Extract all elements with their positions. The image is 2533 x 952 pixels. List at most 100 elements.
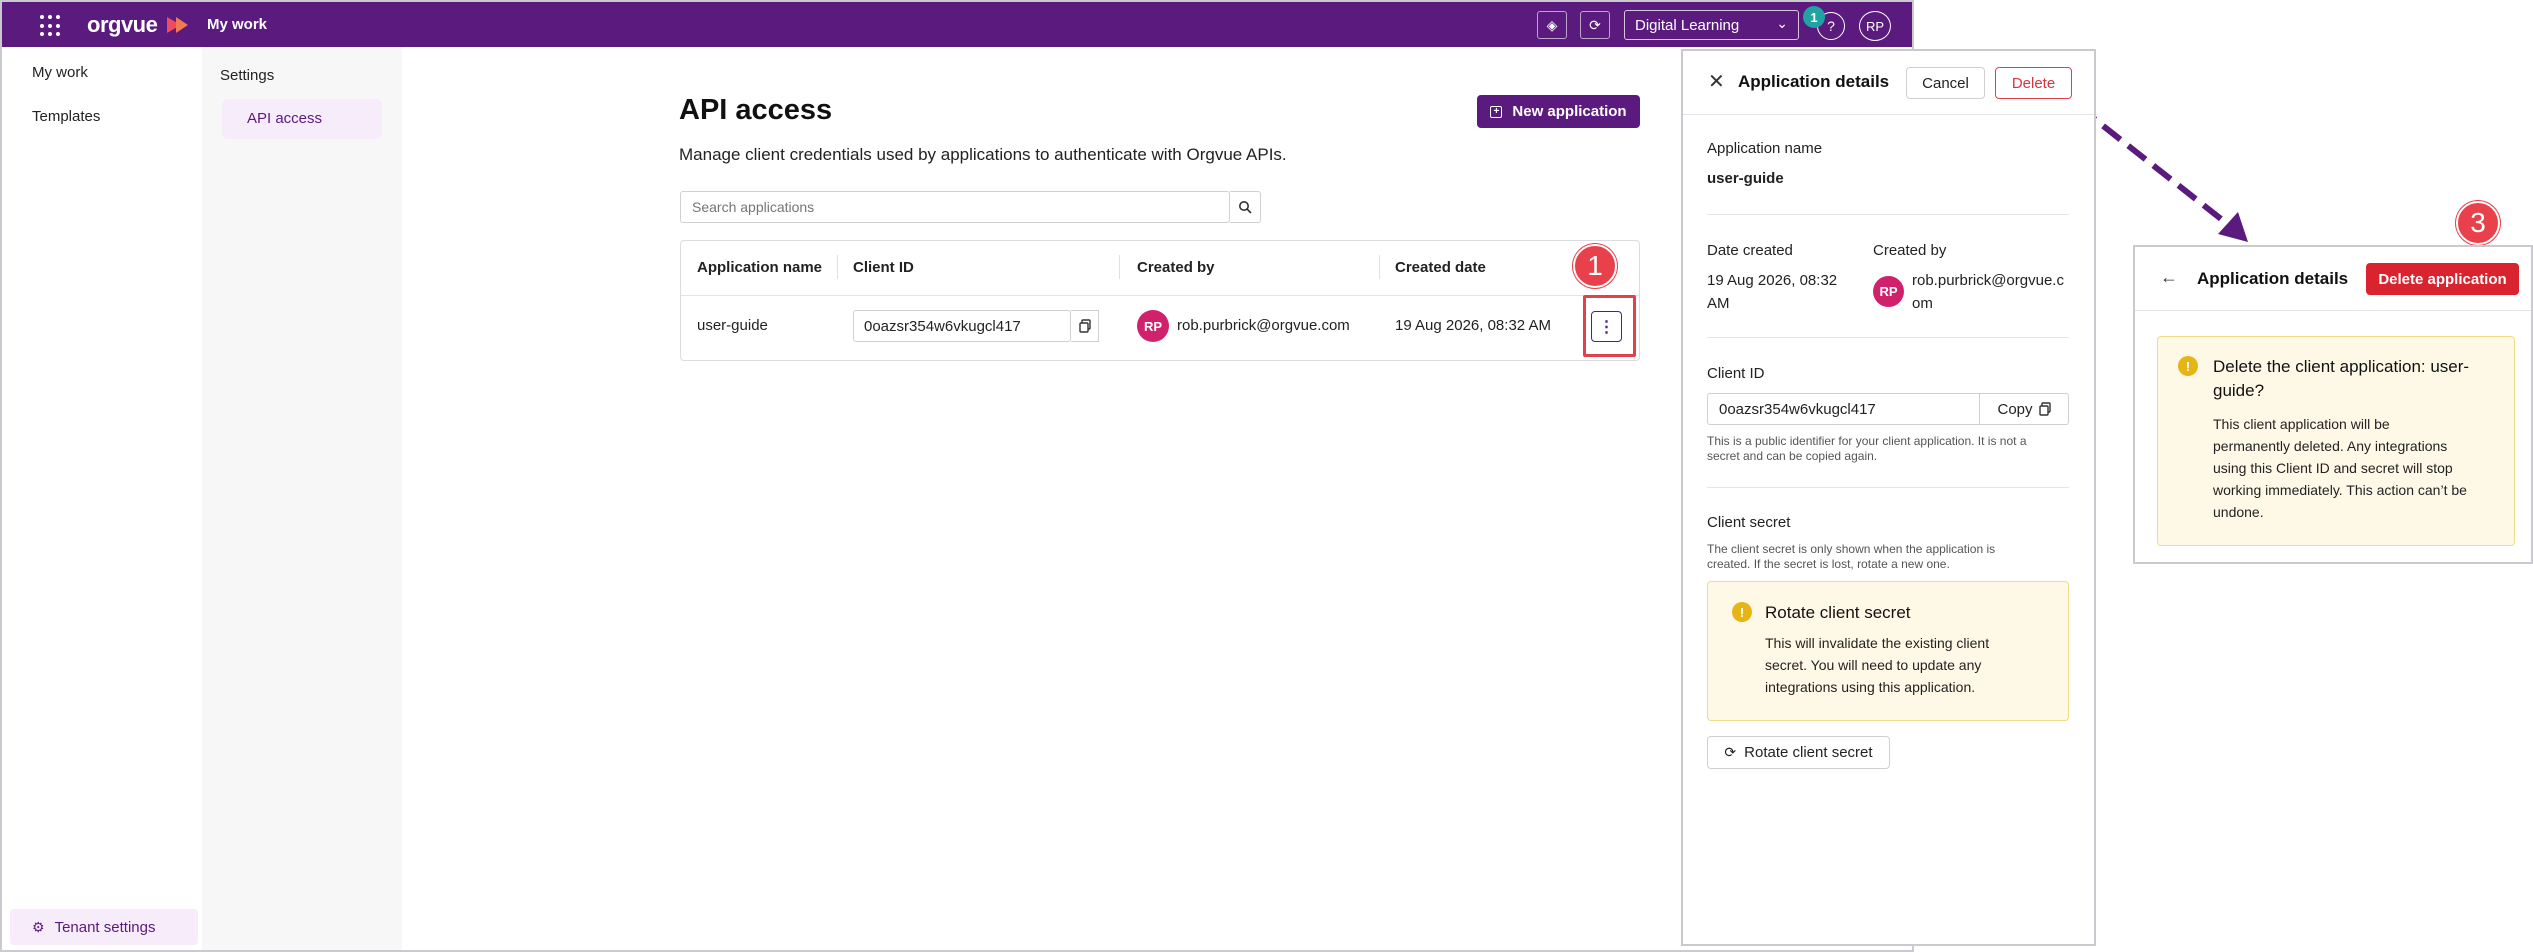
drawer-title: Application details (1738, 72, 1890, 91)
rotate-warning-line1: This will invalidate the existing client (1765, 635, 1990, 651)
delete-warning-title-line2: guide? (2213, 381, 2265, 400)
column-header-client-id: Client ID (853, 259, 914, 276)
warning-icon: ! (1732, 602, 1752, 622)
divider (1707, 487, 2069, 488)
rotate-warning-box: ! Rotate client secret This will invalid… (1707, 581, 2069, 721)
rotate-client-secret-label: Rotate client secret (1744, 744, 1873, 761)
settings-heading: Settings (220, 67, 275, 84)
refresh-icon[interactable]: ⟳ (1580, 11, 1610, 39)
user-avatar[interactable]: RP (1859, 11, 1891, 41)
client-secret-note-line2: created. If the secret is lost, rotate a… (1707, 557, 1950, 571)
created-by-label: Created by (1873, 242, 1947, 259)
notification-badge: 1 (1803, 6, 1825, 28)
left-nav: My work Templates ⚙ Tenant settings (2, 47, 202, 950)
tenant-settings-button[interactable]: ⚙ Tenant settings (10, 909, 198, 945)
delete-confirm-panel: ← Application details Delete application… (2133, 245, 2533, 564)
nav-item-my-work[interactable]: My work (32, 64, 88, 81)
rotate-warning-line2: secret. You will need to update any (1765, 657, 1982, 673)
rotate-icon: ⟳ (1724, 744, 1737, 760)
nav-item-templates[interactable]: Templates (32, 108, 100, 125)
settings-item-api-access[interactable]: API access (222, 99, 382, 139)
confirm-title: Application details (2197, 269, 2349, 288)
cell-application-name[interactable]: user-guide (697, 317, 768, 334)
avatar: RP (1137, 310, 1169, 342)
date-created-value-line1: 19 Aug 2026, 08:32 (1707, 272, 1838, 289)
delete-warning-title-line1: Delete the client application: user- (2213, 357, 2470, 376)
search-button[interactable] (1230, 191, 1261, 223)
copy-icon (1078, 319, 1091, 333)
column-header-application-name: Application name (697, 259, 823, 276)
tenant-select[interactable]: Digital Learning ⌄ (1624, 10, 1799, 40)
app-window: orgvue My work ◈ ⟳ Digital Learning ⌄ ? … (0, 0, 1914, 952)
cell-created-date: 19 Aug 2026, 08:32 AM (1395, 317, 1551, 334)
cancel-button[interactable]: Cancel (1906, 67, 1985, 99)
client-id-note-line1: This is a public identifier for your cli… (1707, 434, 2027, 448)
back-arrow-icon[interactable]: ← (2160, 267, 2178, 288)
delete-warning-box: ! Delete the client application: user- g… (2157, 336, 2515, 546)
top-bar: orgvue My work ◈ ⟳ Digital Learning ⌄ ? … (2, 2, 1912, 47)
page-description: Manage client credentials used by applic… (679, 145, 1287, 164)
client-id-note-line2: secret and can be copied again. (1707, 449, 1878, 463)
workspace-title[interactable]: My work (207, 16, 267, 33)
applications-table: Application name Client ID Created by Cr… (680, 240, 1640, 361)
delete-warning-line1: This client application will be (2213, 416, 2390, 432)
tenant-select-value: Digital Learning (1635, 17, 1740, 34)
page-title: API access (679, 94, 833, 126)
apps-grid-icon[interactable] (40, 15, 62, 37)
step-marker-3: 3 (2456, 201, 2500, 245)
client-id-label: Client ID (1707, 365, 1765, 382)
divider (1707, 337, 2069, 338)
chevron-down-icon: ⌄ (1776, 15, 1788, 31)
created-by-value-line2: om (1912, 295, 1933, 312)
confirm-header: ← Application details Delete application (2135, 247, 2531, 311)
cell-created-by: rob.purbrick@orgvue.com (1177, 317, 1350, 334)
gear-icon: ⚙ (32, 918, 45, 935)
rotate-client-secret-button[interactable]: ⟳ Rotate client secret (1707, 736, 1890, 769)
logo-mark-accent (176, 17, 188, 33)
copy-client-id-button[interactable] (1071, 310, 1099, 342)
copy-button[interactable]: Copy (1980, 393, 2069, 425)
search-input[interactable] (680, 191, 1230, 223)
client-id-field[interactable]: 0oazsr354w6vkugcl417 (1707, 393, 1980, 425)
logo-text[interactable]: orgvue (87, 12, 158, 38)
application-details-drawer: ✕ Application details Cancel Delete Appl… (1681, 49, 2096, 946)
date-created-value-line2: AM (1707, 295, 1730, 312)
close-icon[interactable]: ✕ (1708, 69, 1725, 94)
column-divider (1119, 255, 1120, 279)
step-marker-1: 1 (1573, 244, 1617, 288)
copy-icon (2038, 402, 2051, 416)
rotate-warning-title: Rotate client secret (1765, 603, 1911, 622)
column-header-created-date: Created date (1395, 259, 1486, 276)
application-name-label: Application name (1707, 140, 1823, 157)
rotate-warning-line3: integrations using this application. (1765, 679, 1976, 695)
settings-nav: Settings API access (202, 47, 402, 950)
dashed-arrow (2076, 103, 2248, 242)
divider (1707, 214, 2069, 215)
diamond-icon[interactable]: ◈ (1537, 11, 1567, 39)
column-divider (1379, 255, 1380, 279)
application-name-value: user-guide (1707, 170, 1784, 187)
client-secret-note-line1: The client secret is only shown when the… (1707, 542, 1996, 556)
cell-client-id[interactable]: 0oazsr354w6vkugcl417 (853, 310, 1071, 342)
delete-button[interactable]: Delete (1995, 67, 2072, 99)
kebab-icon: ⋮ (1598, 318, 1615, 336)
column-header-created-by: Created by (1137, 259, 1215, 276)
row-divider (681, 295, 1639, 296)
avatar: RP (1873, 276, 1904, 307)
copy-label: Copy (1997, 400, 2033, 418)
delete-warning-line4: working immediately. This action can’t b… (2213, 482, 2467, 498)
new-application-button[interactable]: + New application (1477, 95, 1640, 128)
delete-warning-line5: undone. (2213, 504, 2264, 520)
created-by-value-line1: rob.purbrick@orgvue.c (1912, 272, 2064, 289)
client-secret-label: Client secret (1707, 514, 1791, 531)
search-icon (1239, 201, 1252, 214)
plus-square-icon: + (1490, 105, 1503, 118)
drawer-header: ✕ Application details Cancel Delete (1683, 51, 2094, 115)
delete-warning-line2: permanently deleted. Any integrations (2213, 438, 2448, 454)
row-menu-button[interactable]: ⋮ (1591, 311, 1622, 342)
new-application-label: New application (1512, 103, 1627, 120)
delete-application-button[interactable]: Delete application (2366, 263, 2519, 295)
delete-warning-line3: using this Client ID and secret will sto… (2213, 460, 2453, 476)
warning-icon: ! (2178, 356, 2198, 376)
column-divider (837, 255, 838, 279)
